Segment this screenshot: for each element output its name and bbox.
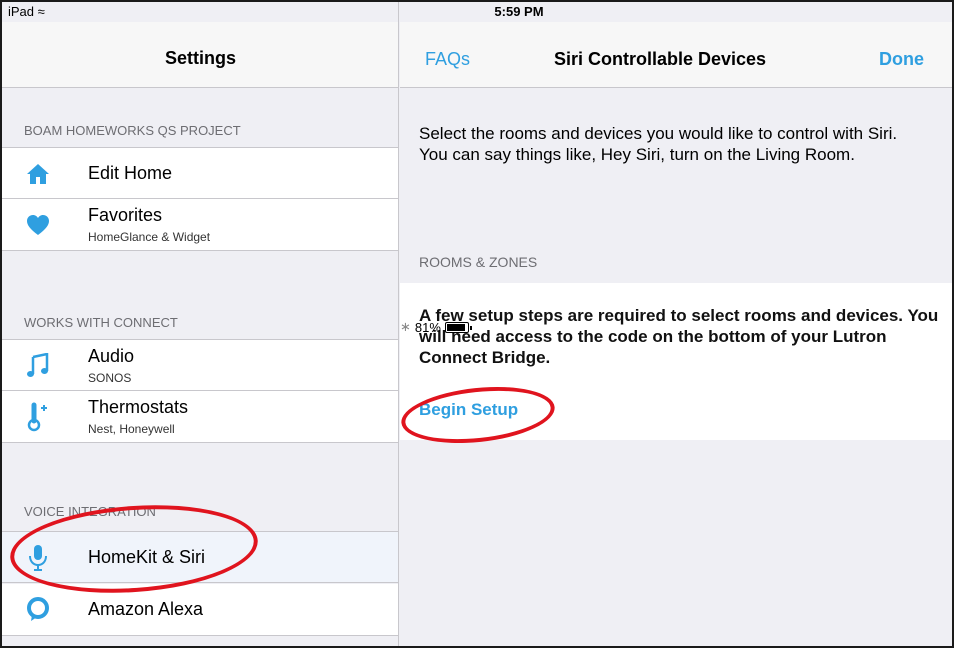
settings-title: Settings xyxy=(164,48,236,68)
settings-row-sublabel: SONOS xyxy=(88,371,132,385)
settings-pane: Settings BOAM HOMEWORKS QS PROJECT Edit … xyxy=(2,2,399,646)
alexa-icon xyxy=(25,597,51,623)
settings-row-sublabel: Nest, Honeywell xyxy=(88,422,175,436)
bluetooth-icon: ∗ xyxy=(400,319,411,334)
wifi-icon: ≈ xyxy=(37,4,45,19)
settings-row-audio[interactable]: Audio SONOS xyxy=(2,339,399,391)
home-icon xyxy=(25,161,51,187)
settings-row-label: Favorites xyxy=(88,205,163,225)
heart-icon xyxy=(25,212,51,238)
settings-row-thermostats[interactable]: Thermostats Nest, Honeywell xyxy=(2,391,399,443)
settings-row-label: Edit Home xyxy=(88,163,173,183)
settings-row-sublabel: HomeGlance & Widget xyxy=(88,230,211,244)
settings-row-amazon-alexa[interactable]: Amazon Alexa xyxy=(2,584,399,636)
section-header-connect: WORKS WITH CONNECT xyxy=(24,315,178,330)
settings-row-label: Thermostats xyxy=(88,397,189,417)
settings-row-label: Amazon Alexa xyxy=(88,599,204,619)
section-header-voice: VOICE INTEGRATION xyxy=(24,504,156,519)
music-note-icon xyxy=(25,353,51,379)
section-header-project: BOAM HOMEWORKS QS PROJECT xyxy=(24,123,241,138)
battery-percent: 81% xyxy=(414,319,441,335)
thermometer-icon xyxy=(25,402,51,432)
settings-row-edit-home[interactable]: Edit Home xyxy=(2,147,399,199)
settings-nav-bar: Settings xyxy=(2,22,399,88)
settings-row-label: HomeKit & Siri xyxy=(88,547,206,567)
pane-divider xyxy=(398,2,399,646)
ipad-screen: Settings BOAM HOMEWORKS QS PROJECT Edit … xyxy=(0,0,954,648)
device-label: iPad ≈ xyxy=(8,4,45,19)
status-bar: iPad ≈ 5:59 PM ∗ 81% xyxy=(2,2,952,335)
status-right: ∗ 81% xyxy=(400,4,952,646)
settings-row-label: Audio xyxy=(88,346,135,366)
battery-icon xyxy=(444,321,472,333)
settings-row-homekit-siri[interactable]: HomeKit & Siri xyxy=(2,531,399,583)
settings-row-favorites[interactable]: Favorites HomeGlance & Widget xyxy=(2,199,399,251)
microphone-icon xyxy=(25,545,51,571)
